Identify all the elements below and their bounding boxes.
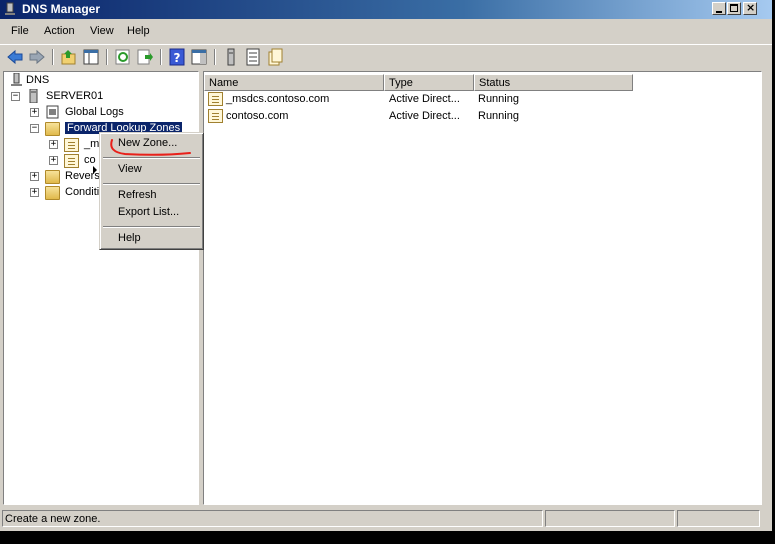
export-list-icon[interactable] — [136, 48, 154, 66]
close-icon: × — [746, 1, 756, 14]
menu-help[interactable]: Help — [127, 25, 150, 37]
context-menu: New Zone... View Refresh Export List... … — [99, 132, 204, 250]
toolbar-separator — [214, 49, 216, 65]
back-arrow-icon[interactable] — [6, 48, 24, 66]
menu-item-export-list[interactable]: Export List... — [118, 206, 179, 218]
toolbar: ? — [0, 44, 772, 70]
close-button[interactable]: × — [743, 1, 757, 15]
status-bar: Create a new zone. — [0, 508, 772, 528]
list-row[interactable]: _msdcs.contoso.com Active Direct... Runn… — [204, 91, 760, 108]
list-view-icon[interactable] — [244, 48, 262, 66]
tree-label: _m — [84, 138, 100, 150]
zone-icon — [64, 154, 79, 168]
maximize-icon — [730, 4, 738, 12]
expand-icon[interactable]: + — [30, 188, 39, 197]
row-name: contoso.com — [226, 110, 289, 122]
refresh-icon[interactable] — [114, 48, 132, 66]
server-icon[interactable] — [222, 48, 240, 66]
event-log-icon — [46, 105, 59, 119]
dns-server-icon — [11, 73, 22, 86]
tree-label: Conditi — [65, 186, 100, 198]
show-hide-action-pane-icon[interactable] — [190, 48, 208, 66]
menu-item-refresh[interactable]: Refresh — [118, 189, 157, 201]
row-status: Running — [478, 93, 519, 105]
tree-label: SERVER01 — [46, 90, 104, 102]
zone-icon — [208, 109, 223, 123]
forward-arrow-icon[interactable] — [28, 48, 46, 66]
menu-separator — [103, 183, 200, 185]
title-bar[interactable]: DNS Manager × — [0, 0, 772, 19]
toolbar-separator — [106, 49, 108, 65]
tree-label: co — [84, 154, 96, 166]
menu-item-view[interactable]: View — [118, 163, 142, 175]
zone-icon — [208, 92, 223, 106]
status-panel — [545, 510, 675, 527]
window-title: DNS Manager — [22, 2, 101, 16]
list-row[interactable]: contoso.com Active Direct... Running — [204, 108, 760, 125]
up-one-level-icon[interactable] — [60, 48, 78, 66]
menu-bar: File Action View Help — [0, 21, 772, 43]
dns-app-icon — [5, 2, 15, 15]
folder-icon — [45, 122, 60, 136]
status-text: Create a new zone. — [2, 510, 543, 527]
tree-label: DNS — [26, 74, 50, 86]
server-icon — [29, 89, 38, 103]
toolbar-separator — [160, 49, 162, 65]
menu-view[interactable]: View — [90, 25, 114, 37]
expand-icon[interactable]: + — [30, 108, 39, 117]
column-header-type[interactable]: Type — [384, 74, 474, 91]
results-list-pane: Name Type Status _msdcs.contoso.com Acti… — [203, 71, 762, 505]
column-header-name[interactable]: Name — [204, 74, 384, 91]
menu-file[interactable]: File — [11, 25, 29, 37]
zone-document-icon[interactable] — [266, 48, 284, 66]
minimize-icon — [716, 11, 722, 13]
expand-icon[interactable]: + — [49, 140, 58, 149]
expand-icon[interactable]: + — [30, 172, 39, 181]
folder-icon — [45, 186, 60, 200]
maximize-button[interactable] — [727, 2, 741, 15]
menu-separator — [103, 157, 200, 159]
tree-label: Global Logs — [65, 106, 124, 118]
show-hide-console-tree-icon[interactable] — [82, 48, 100, 66]
row-type: Active Direct... — [389, 93, 460, 105]
row-name: _msdcs.contoso.com — [226, 93, 330, 105]
row-status: Running — [478, 110, 519, 122]
submenu-arrow-icon — [93, 166, 97, 174]
minimize-button[interactable] — [712, 2, 726, 15]
dns-manager-window: DNS Manager × File Action View Help ? DN… — [0, 0, 772, 531]
zone-icon — [64, 138, 79, 152]
folder-icon — [45, 170, 60, 184]
menu-item-new-zone[interactable]: New Zone... — [118, 137, 177, 149]
help-icon[interactable]: ? — [168, 48, 186, 66]
row-type: Active Direct... — [389, 110, 460, 122]
collapse-icon[interactable]: − — [30, 124, 39, 133]
expand-icon[interactable]: + — [49, 156, 58, 165]
collapse-icon[interactable]: − — [11, 92, 20, 101]
column-header-status[interactable]: Status — [474, 74, 633, 91]
menu-item-help[interactable]: Help — [118, 232, 141, 244]
toolbar-separator — [52, 49, 54, 65]
menu-action[interactable]: Action — [44, 25, 75, 37]
status-panel — [677, 510, 760, 527]
menu-separator — [103, 226, 200, 228]
svg-text:?: ? — [174, 51, 181, 65]
